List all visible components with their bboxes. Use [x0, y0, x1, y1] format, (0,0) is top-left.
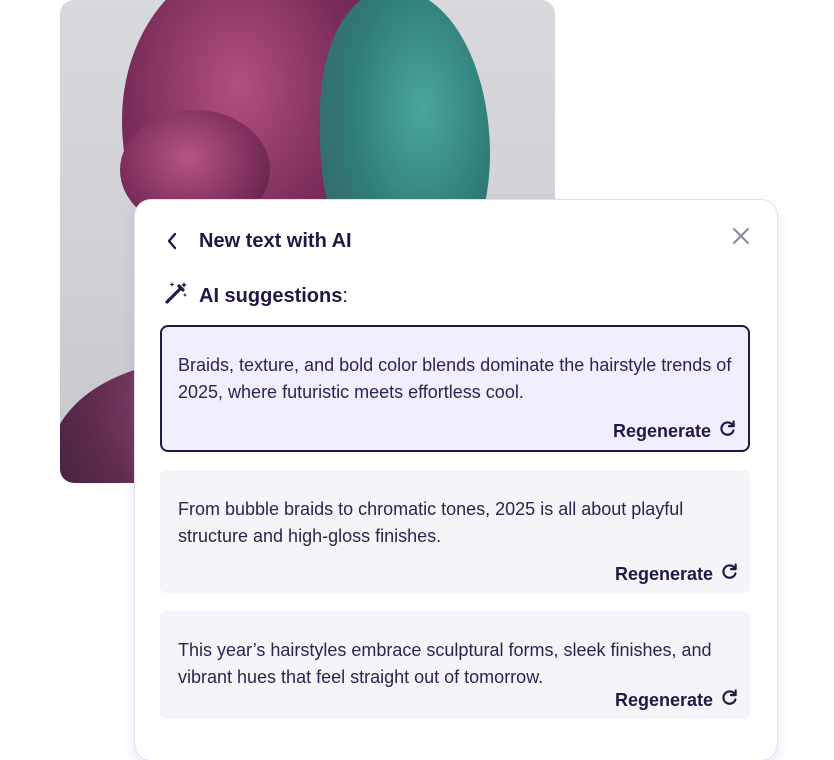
suggestion-text: This year’s hairstyles embrace sculptura… — [178, 640, 712, 687]
close-icon[interactable] — [731, 226, 751, 246]
magic-wand-icon — [163, 280, 189, 312]
chevron-left-icon[interactable] — [163, 232, 181, 250]
ai-suggestions-heading: AI suggestions: — [163, 282, 348, 310]
ai-suggestions-colon: : — [342, 284, 348, 307]
regenerate-label: Regenerate — [612, 420, 711, 441]
suggestion-card-2[interactable]: From bubble braids to chromatic tones, 2… — [160, 470, 750, 593]
refresh-icon — [721, 689, 738, 711]
regenerate-button[interactable]: Regenerate — [615, 563, 738, 585]
refresh-icon — [721, 563, 738, 585]
refresh-icon — [719, 420, 736, 442]
suggestion-list: Braids, texture, and bold color blends d… — [160, 325, 752, 737]
regenerate-label: Regenerate — [614, 689, 713, 710]
regenerate-button[interactable]: Regenerate — [613, 420, 736, 442]
ai-text-panel: New text with AI AI suggestions: Braids,… — [135, 200, 777, 760]
ai-suggestions-label: AI suggestions — [199, 284, 343, 307]
suggestion-card-1[interactable]: Braids, texture, and bold color blends d… — [160, 325, 750, 452]
panel-title: New text with AI — [199, 229, 352, 252]
panel-header: New text with AI — [163, 226, 352, 256]
suggestion-text: From bubble braids to chromatic tones, 2… — [178, 499, 684, 546]
regenerate-button[interactable]: Regenerate — [615, 689, 738, 711]
suggestion-card-3[interactable]: This year’s hairstyles embrace sculptura… — [160, 611, 750, 719]
suggestion-text: Braids, texture, and bold color blends d… — [178, 355, 732, 402]
regenerate-label: Regenerate — [614, 563, 713, 584]
